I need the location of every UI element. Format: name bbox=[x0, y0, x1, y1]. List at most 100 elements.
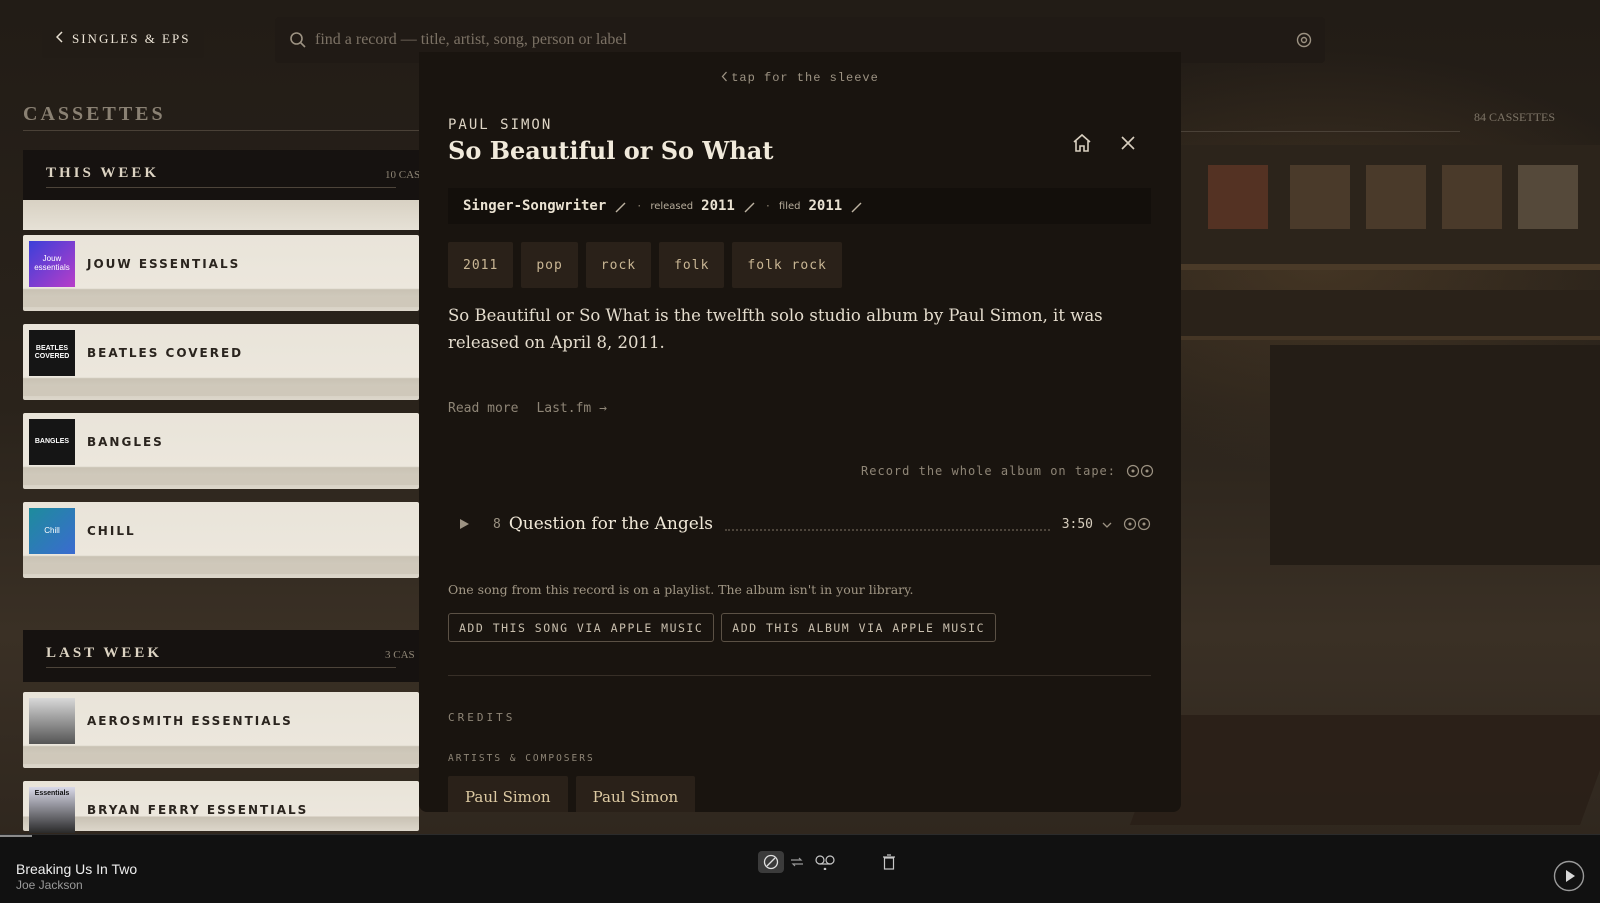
cassette-aerosmith-essentials[interactable]: AEROSMITH ESSENTIALS bbox=[23, 692, 419, 768]
settings-icon[interactable] bbox=[1295, 31, 1313, 49]
tag-list: 2011 pop rock folk folk rock bbox=[448, 242, 842, 288]
tag-chip[interactable]: 2011 bbox=[448, 242, 514, 288]
shelf-record bbox=[1290, 165, 1350, 229]
playlist-note: One song from this record is on a playli… bbox=[448, 582, 914, 597]
chevron-down-icon[interactable] bbox=[1101, 518, 1113, 530]
search-input[interactable] bbox=[315, 25, 1235, 55]
lower-shelf bbox=[1180, 290, 1600, 340]
record-album-label: Record the whole album on tape: bbox=[861, 464, 1116, 478]
separator-dot: · bbox=[764, 200, 771, 212]
album-description: So Beautiful or So What is the twelfth s… bbox=[448, 306, 1103, 352]
shelf-record bbox=[1208, 165, 1268, 229]
track-duration: 3:50 bbox=[1061, 516, 1093, 532]
credit-chip[interactable]: Paul Simon bbox=[448, 776, 568, 812]
credits-list: Paul Simon Paul Simon bbox=[448, 776, 696, 812]
cassette-artwork: Essentials bbox=[29, 787, 75, 833]
separator-dot: · bbox=[636, 200, 643, 212]
edit-released-icon[interactable] bbox=[743, 199, 757, 213]
trash-icon[interactable] bbox=[876, 851, 902, 873]
sleeve-link[interactable]: tap for the sleeve bbox=[419, 71, 1181, 85]
cassette-artwork: Chill bbox=[29, 508, 75, 554]
cassette-artwork bbox=[29, 698, 75, 744]
play-button[interactable] bbox=[1553, 860, 1585, 892]
vinyl-mode-icon[interactable] bbox=[758, 851, 784, 873]
filed-label: filed bbox=[778, 200, 801, 212]
section-title: THIS WEEK bbox=[46, 165, 160, 181]
album-detail-panel: tap for the sleeve PAUL SIMON So Beautif… bbox=[419, 52, 1181, 812]
divider bbox=[46, 187, 396, 188]
shelf-record bbox=[1518, 165, 1578, 229]
home-icon[interactable] bbox=[1071, 132, 1093, 154]
cassette-artwork: BEATLES COVERED bbox=[29, 330, 75, 376]
add-song-apple-music-button[interactable]: ADD THIS SONG VIA APPLE MUSIC bbox=[448, 613, 715, 642]
cassette-reel-icon[interactable] bbox=[1126, 464, 1154, 478]
cassette-bryan-ferry-essentials[interactable]: Essentials BRYAN FERRY ESSENTIALS bbox=[23, 781, 419, 833]
now-playing-title: Breaking Us In Two bbox=[16, 861, 138, 877]
now-playing-artist: Joe Jackson bbox=[16, 878, 83, 892]
cassette-bangles[interactable]: BANGLES BANGLES bbox=[23, 413, 419, 489]
divider bbox=[448, 675, 1151, 676]
close-icon[interactable] bbox=[1118, 133, 1138, 153]
divider bbox=[46, 667, 396, 668]
playback-progress[interactable] bbox=[0, 835, 32, 837]
cassettes-title: CASSETTES bbox=[23, 103, 166, 125]
cassette-label: AEROSMITH ESSENTIALS bbox=[87, 714, 293, 728]
cassette-partial[interactable] bbox=[23, 200, 419, 230]
artists-composers-title: ARTISTS & COMPOSERS bbox=[448, 753, 595, 764]
album-title: So Beautiful or So What bbox=[448, 136, 774, 165]
tag-chip[interactable]: folk bbox=[659, 242, 725, 288]
filed-value: 2011 bbox=[808, 198, 843, 214]
released-value: 2011 bbox=[701, 198, 735, 214]
track-row[interactable]: 8 Question for the Angels 3:50 bbox=[448, 508, 1151, 540]
cassette-label: BEATLES COVERED bbox=[87, 346, 244, 360]
search-icon bbox=[289, 31, 307, 49]
read-more-link[interactable]: Read more bbox=[448, 401, 518, 416]
credit-chip[interactable]: Paul Simon bbox=[575, 776, 696, 812]
description-links: Read more Last.fm → bbox=[448, 401, 607, 416]
cassette-strip bbox=[23, 386, 419, 396]
section-this-week: THIS WEEK 10 CAS bbox=[23, 150, 423, 202]
cassette-artwork: BANGLES bbox=[29, 419, 75, 465]
cassette-jouw-essentials[interactable]: Jouw essentials JOUW ESSENTIALS bbox=[23, 235, 419, 311]
cassette-strip bbox=[23, 754, 419, 764]
shuffle-icon[interactable] bbox=[784, 851, 810, 873]
tag-chip[interactable]: rock bbox=[585, 242, 652, 288]
cassette-reel-icon[interactable] bbox=[1123, 517, 1151, 531]
section-count: 10 CAS bbox=[385, 169, 421, 181]
rug bbox=[1129, 715, 1600, 825]
track-name: Question for the Angels bbox=[508, 514, 713, 534]
player-bar: Breaking Us In Two Joe Jackson bbox=[0, 834, 1600, 903]
record-album-row: Record the whole album on tape: bbox=[419, 464, 1154, 478]
artist-name: PAUL SIMON bbox=[448, 117, 553, 133]
tag-chip[interactable]: pop bbox=[521, 242, 578, 288]
cassette-label: BRYAN FERRY ESSENTIALS bbox=[87, 803, 309, 817]
lastfm-link[interactable]: Last.fm → bbox=[536, 401, 606, 416]
back-label: SINGLES & EPS bbox=[72, 31, 191, 46]
play-icon[interactable] bbox=[457, 517, 471, 531]
divider bbox=[23, 130, 423, 131]
cassette-chill[interactable]: Chill CHILL bbox=[23, 502, 419, 578]
back-button[interactable]: SINGLES & EPS bbox=[42, 20, 205, 58]
cassette-label: CHILL bbox=[87, 524, 136, 538]
shelf-record bbox=[1366, 165, 1426, 229]
section-last-week: LAST WEEK 3 CAS bbox=[23, 630, 423, 682]
track-number: 8 bbox=[493, 516, 501, 532]
cassette-label: BANGLES bbox=[87, 435, 164, 449]
sleeve-link-label: tap for the sleeve bbox=[731, 71, 879, 85]
cassette-mode-icon[interactable] bbox=[812, 851, 838, 873]
record-shelf bbox=[1180, 145, 1600, 270]
tag-chip[interactable]: folk rock bbox=[732, 242, 842, 288]
cassette-strip bbox=[23, 297, 419, 307]
apple-music-actions: ADD THIS SONG VIA APPLE MUSIC ADD THIS A… bbox=[448, 613, 997, 642]
edit-filed-icon[interactable] bbox=[850, 199, 864, 213]
album-meta-bar: Singer-Songwriter · released 2011 · file… bbox=[448, 188, 1151, 224]
shelf-record bbox=[1442, 165, 1502, 229]
cassette-count: 84 CASSETTES bbox=[1474, 110, 1556, 124]
credits-title: CREDITS bbox=[448, 711, 516, 724]
released-label: released bbox=[650, 200, 694, 212]
cassette-beatles-covered[interactable]: BEATLES COVERED BEATLES COVERED bbox=[23, 324, 419, 400]
edit-genre-icon[interactable] bbox=[614, 199, 628, 213]
add-album-apple-music-button[interactable]: ADD THIS ALBUM VIA APPLE MUSIC bbox=[721, 613, 997, 642]
divider bbox=[1181, 131, 1460, 132]
chevron-left-icon bbox=[721, 71, 728, 82]
